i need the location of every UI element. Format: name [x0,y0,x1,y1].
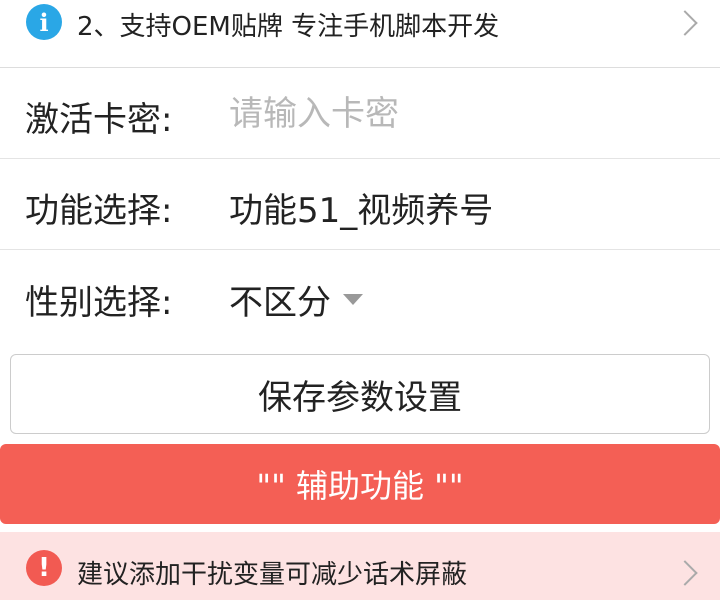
notice-bar-bottom[interactable]: ! 建议添加干扰变量可减少话术屏蔽 [0,532,720,600]
notice-text: 建议添加干扰变量可减少话术屏蔽 [77,560,468,590]
save-settings-button[interactable]: 保存参数设置 [10,354,710,434]
alert-icon: ! [26,550,62,586]
notice-bar-top[interactable]: i 2、支持OEM贴牌 专注手机脚本开发 [0,0,720,68]
gender-selected-value: 不区分 [229,283,331,323]
chevron-right-icon [672,560,698,586]
notice-text: 2、支持OEM贴牌 专注手机脚本开发 [77,12,500,42]
form-row-activation: 激活卡密: [0,68,720,159]
form-row-gender: 性别选择: 不区分 [0,251,720,343]
form-row-function: 功能选择: 功能51_视频养号 [0,159,720,250]
gender-dropdown[interactable]: 不区分 [229,275,363,324]
function-label: 功能选择: [25,191,173,231]
caret-down-icon [343,294,363,305]
gender-label: 性别选择: [25,283,173,323]
activation-label: 激活卡密: [25,100,173,140]
activation-code-input[interactable] [229,92,689,136]
auxiliary-functions-header[interactable]: "" 辅助功能 "" [0,444,720,524]
info-icon: i [26,4,62,40]
chevron-right-icon [672,10,698,36]
function-select[interactable]: 功能51_视频养号 [229,183,493,232]
